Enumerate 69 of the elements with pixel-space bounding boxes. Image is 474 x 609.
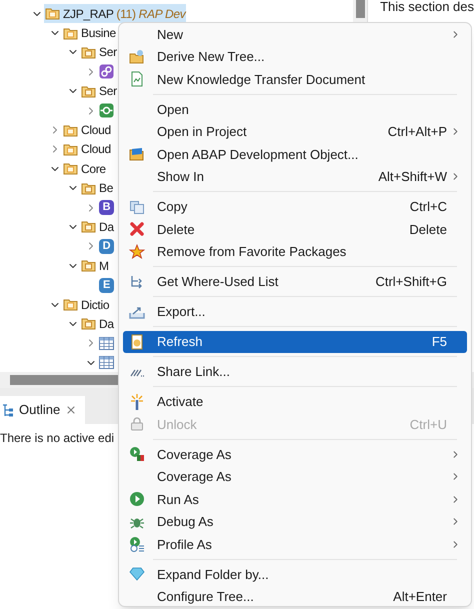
menu-item[interactable]: Show In Alt+Shift+W [123, 166, 467, 188]
menu-item[interactable]: Open [123, 98, 467, 120]
tree-item[interactable]: Dictio [62, 294, 110, 314]
delete-icon [129, 221, 145, 238]
package-icon [81, 182, 96, 195]
menu-item[interactable]: New [123, 23, 467, 46]
plug-icon [99, 103, 114, 118]
package-icon [63, 26, 78, 40]
star-icon [129, 244, 145, 260]
tree-item[interactable]: Ser [80, 82, 118, 101]
menu-item[interactable]: Derive New Tree... [123, 46, 467, 68]
package-icon [81, 46, 96, 59]
menu-item[interactable]: Coverage As [123, 466, 467, 488]
tree-item[interactable]: Da [80, 217, 115, 237]
tree-item[interactable]: Busine [62, 23, 117, 43]
menu-item[interactable]: Profile As [123, 533, 467, 556]
empty-message: There is no active edi [0, 430, 114, 447]
tree-item[interactable]: Ser [80, 42, 118, 62]
menu-item[interactable]: Run As [123, 488, 467, 510]
menu-item[interactable]: Coverage As [123, 443, 467, 466]
tree-item[interactable]: Da [80, 314, 115, 334]
package-icon [81, 84, 96, 98]
tree-item[interactable]: Cloud [62, 120, 112, 140]
package-icon [63, 298, 78, 312]
tree-item[interactable] [98, 100, 115, 120]
table-icon [99, 336, 114, 350]
menu-item[interactable]: New Knowledge Transfer Document [123, 68, 467, 90]
tree-item[interactable]: Cloud [62, 140, 112, 160]
menu-item[interactable]: Activate [123, 390, 467, 413]
section-description: This section des [380, 0, 474, 14]
menu-item[interactable]: Copy Ctrl+C [123, 196, 467, 218]
menu-item[interactable]: Export... [123, 300, 467, 323]
document-icon [129, 71, 145, 88]
menu-item[interactable]: Get Where-Used List Ctrl+Shift+G [123, 270, 467, 293]
package-icon [63, 124, 78, 137]
copy-icon [129, 198, 145, 215]
package-icon [63, 162, 78, 176]
run-icon [129, 491, 145, 508]
package-icon [81, 259, 96, 272]
diamond-icon [129, 566, 145, 582]
tree-item[interactable]: Core [62, 159, 107, 179]
menu-item[interactable]: Configure Tree... Alt+Enter [123, 586, 467, 608]
menu-item[interactable]: Open ABAP Development Object... [123, 143, 467, 166]
menu-item[interactable]: Remove from Favorite Packages [123, 240, 467, 263]
menu-item[interactable]: Open in Project Ctrl+Alt+P [123, 120, 467, 143]
lock-icon [129, 416, 145, 432]
tree-item[interactable]: Be [80, 178, 114, 198]
tree-item[interactable]: ZJP_RAP (11) RAP Dev [44, 4, 186, 24]
tab-label: Outline [19, 401, 60, 420]
tree-item[interactable]: M [80, 256, 110, 276]
coverage-icon [129, 446, 145, 462]
wand-icon [129, 394, 145, 410]
menu-item[interactable]: Expand Folder by... [123, 563, 467, 586]
close-icon[interactable] [65, 404, 78, 416]
profile-icon [129, 536, 145, 552]
package-icon [45, 7, 60, 20]
outline-tab[interactable]: Outline [0, 396, 86, 424]
folder-icon [129, 146, 145, 162]
package-icon [81, 317, 96, 330]
tree-item[interactable] [98, 353, 115, 372]
outline-icon [2, 404, 14, 416]
menu-item[interactable]: Delete Delete [123, 218, 467, 240]
menu-item[interactable]: Refresh F5 [123, 330, 467, 353]
folder-star-icon [129, 48, 145, 65]
package-icon [63, 142, 78, 156]
package-icon [81, 220, 96, 234]
menu-item[interactable]: Share Link... [123, 360, 467, 383]
menu-item[interactable]: Debug As [123, 510, 467, 533]
table-icon [99, 356, 114, 370]
